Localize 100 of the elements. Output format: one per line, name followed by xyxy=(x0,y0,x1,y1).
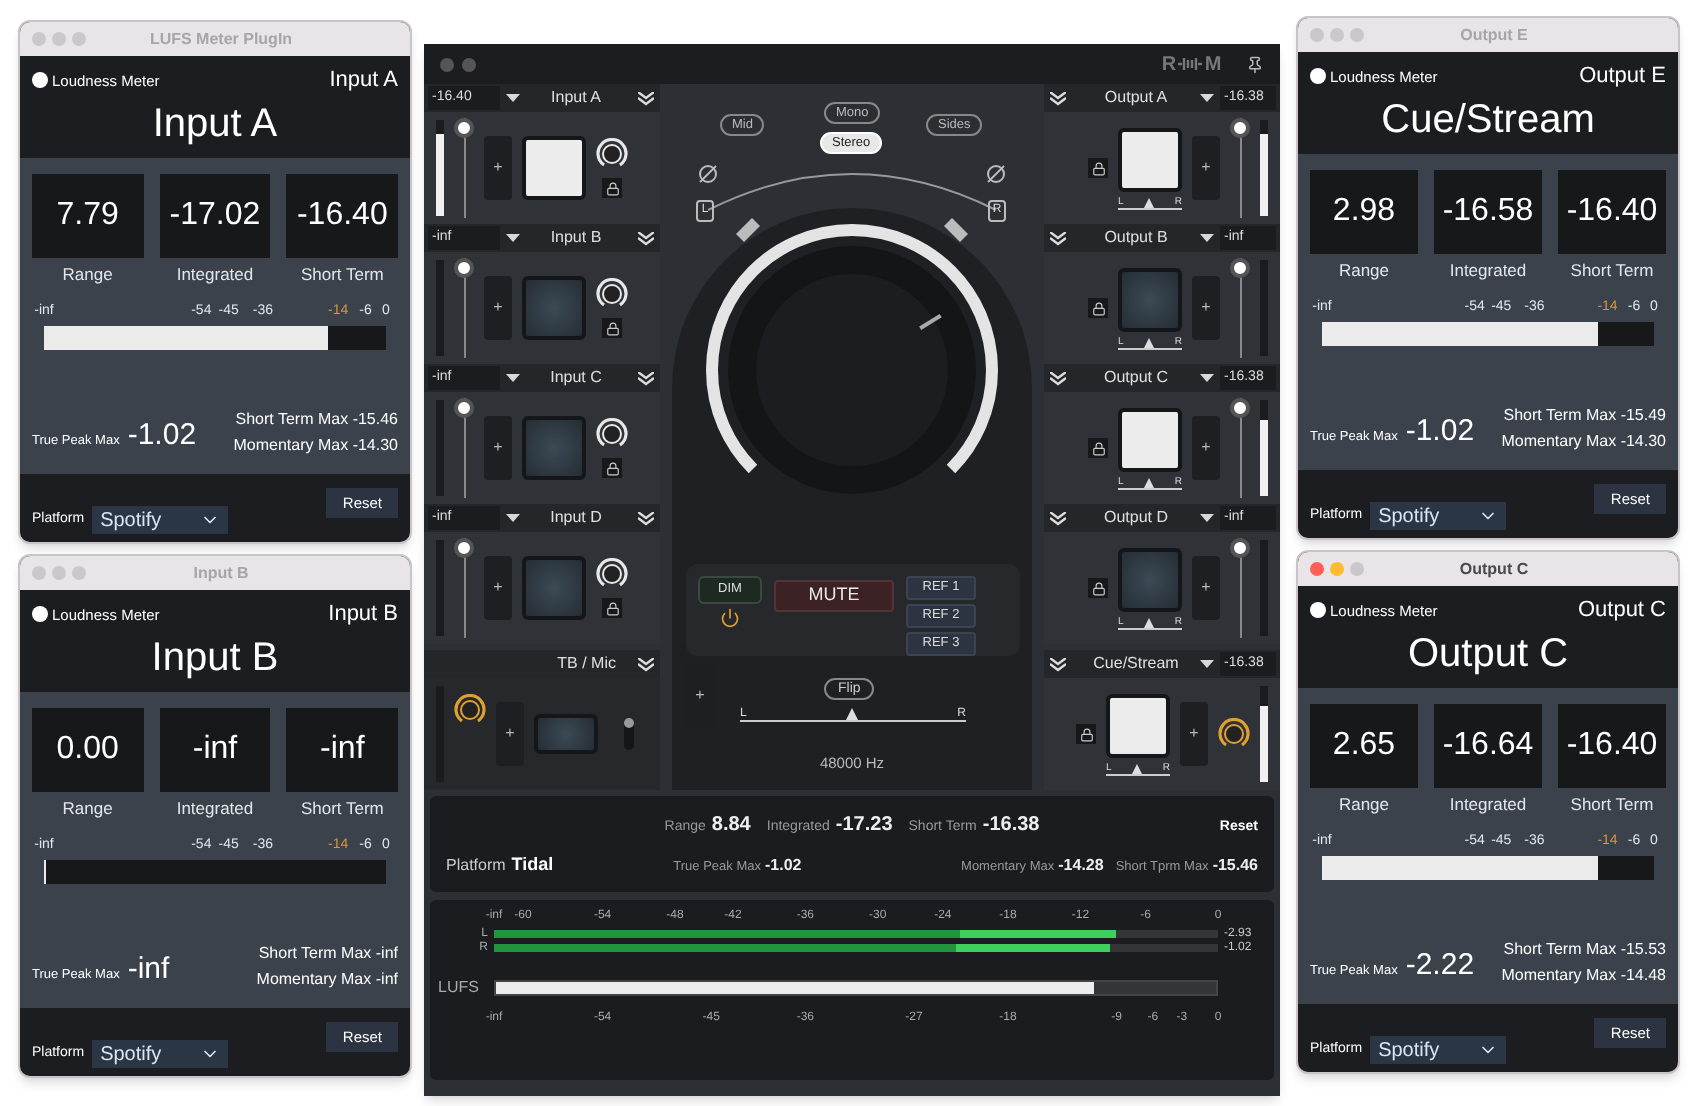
stat-label: Integrated xyxy=(1449,791,1527,817)
stat-value: 2.65 xyxy=(1310,703,1418,787)
platform-dropdown[interactable]: Spotify xyxy=(1370,502,1507,530)
stat-value: -17.23 xyxy=(835,811,893,840)
channel-label: Input B xyxy=(328,600,398,630)
channel-label: Output E xyxy=(1579,62,1666,92)
lock-icon[interactable] xyxy=(1088,578,1108,598)
stat-value: 7.79 xyxy=(32,173,144,257)
fader[interactable] xyxy=(1230,118,1250,218)
fader[interactable] xyxy=(1230,258,1250,358)
fader[interactable] xyxy=(1230,398,1250,498)
pan-marker-icon[interactable] xyxy=(1132,763,1143,773)
lufs-label: LUFS xyxy=(438,976,481,1000)
chevron-icon[interactable] xyxy=(1044,652,1072,676)
fader-thumb[interactable] xyxy=(1230,118,1250,138)
channel-name: Input B xyxy=(151,633,279,683)
lock-icon[interactable] xyxy=(1088,158,1108,178)
true-peak-value: -2.22 xyxy=(1405,945,1475,985)
chevron-icon[interactable] xyxy=(632,652,660,676)
chevron-icon[interactable] xyxy=(1044,226,1072,250)
lock-icon[interactable] xyxy=(602,318,622,338)
stat-label: Integrated xyxy=(176,795,254,821)
lock-icon[interactable] xyxy=(1088,438,1108,458)
pan-marker-icon[interactable] xyxy=(1144,197,1155,207)
add-button[interactable]: + xyxy=(1192,416,1220,480)
pan-marker-icon[interactable] xyxy=(1144,337,1155,347)
chevron-icon[interactable] xyxy=(1044,366,1072,390)
stat-value: -16.38 xyxy=(982,811,1040,840)
fader-thumb[interactable] xyxy=(454,118,474,138)
fader-thumb[interactable] xyxy=(1230,538,1250,558)
fader[interactable] xyxy=(454,398,474,498)
pan-marker-icon[interactable] xyxy=(846,708,858,720)
platform-dropdown[interactable]: Spotify xyxy=(92,1040,229,1068)
lock-icon[interactable] xyxy=(1088,298,1108,318)
fader[interactable] xyxy=(1230,538,1250,638)
caret-icon[interactable] xyxy=(506,374,520,382)
stat-label: Range xyxy=(62,261,113,287)
stat-value: -16.40 xyxy=(286,173,398,257)
add-button[interactable]: + xyxy=(1192,276,1220,340)
platform-dropdown[interactable]: Spotify xyxy=(92,506,229,534)
mute-button[interactable]: MUTE xyxy=(774,580,894,612)
chevron-icon[interactable] xyxy=(1044,86,1072,110)
lock-icon[interactable] xyxy=(1076,724,1096,744)
fader[interactable] xyxy=(454,258,474,358)
knob-icon[interactable] xyxy=(1218,718,1250,750)
add-button[interactable]: + xyxy=(1192,136,1220,200)
channel-pad[interactable] xyxy=(522,136,586,200)
fader-thumb[interactable] xyxy=(1230,398,1250,418)
fader-thumb[interactable] xyxy=(1230,258,1250,278)
lock-icon[interactable] xyxy=(602,458,622,478)
channel-pad[interactable] xyxy=(1106,693,1170,757)
add-button[interactable]: + xyxy=(1192,556,1220,620)
caret-icon[interactable] xyxy=(1200,660,1214,668)
pin-icon[interactable] xyxy=(1246,55,1264,73)
caret-icon[interactable] xyxy=(1200,374,1214,382)
platform-dropdown[interactable]: Spotify xyxy=(1370,1036,1507,1064)
lock-icon[interactable] xyxy=(602,178,622,198)
fader-thumb[interactable] xyxy=(454,538,474,558)
pan-marker-icon[interactable] xyxy=(1144,477,1155,487)
fader[interactable] xyxy=(454,538,474,638)
chevron-icon[interactable] xyxy=(1044,506,1072,530)
stat-label: Short Term xyxy=(1570,791,1654,817)
add-button[interactable]: + xyxy=(1180,702,1208,766)
chevron-icon[interactable] xyxy=(632,226,660,250)
caret-icon[interactable] xyxy=(1200,234,1214,242)
channel-pad[interactable] xyxy=(1118,407,1182,471)
fader-thumb[interactable] xyxy=(454,398,474,418)
stat-value: 2.98 xyxy=(1310,169,1418,253)
chevron-icon[interactable] xyxy=(632,86,660,110)
power-icon[interactable] xyxy=(720,608,740,628)
add-button[interactable]: + xyxy=(484,276,512,340)
stat-value: -16.40 xyxy=(1558,703,1666,787)
toggle-switch[interactable] xyxy=(624,718,634,750)
add-button[interactable]: + xyxy=(484,556,512,620)
chevron-icon[interactable] xyxy=(632,506,660,530)
caret-icon[interactable] xyxy=(506,94,520,102)
caret-icon[interactable] xyxy=(1200,514,1214,522)
caret-icon[interactable] xyxy=(506,234,520,242)
max-reading: Momentary Max -14.48 xyxy=(1501,964,1666,988)
knob-icon[interactable] xyxy=(454,694,486,726)
stat-label: Range xyxy=(1338,791,1390,817)
caret-icon[interactable] xyxy=(506,514,520,522)
fader[interactable] xyxy=(454,118,474,218)
add-button[interactable]: + xyxy=(484,136,512,200)
lock-icon[interactable] xyxy=(602,598,622,618)
add-button[interactable]: + xyxy=(496,702,524,766)
channel-name: Output A xyxy=(1104,86,1168,110)
channel-name: Cue/Stream xyxy=(1093,652,1179,676)
channel-pad[interactable] xyxy=(1118,127,1182,191)
max-reading: Short Term Max -15.53 xyxy=(1503,938,1666,962)
chevron-icon[interactable] xyxy=(632,366,660,390)
stat-label: Short Term xyxy=(1570,257,1654,283)
stat-value: -16.64 xyxy=(1434,703,1542,787)
stat-value: 0.00 xyxy=(32,707,144,791)
pan-marker-icon[interactable] xyxy=(1144,617,1155,627)
caret-icon[interactable] xyxy=(1200,94,1214,102)
platform-value[interactable]: Tidal xyxy=(511,851,554,879)
window-title: Input B xyxy=(193,561,249,585)
fader-thumb[interactable] xyxy=(454,258,474,278)
add-button[interactable]: + xyxy=(484,416,512,480)
